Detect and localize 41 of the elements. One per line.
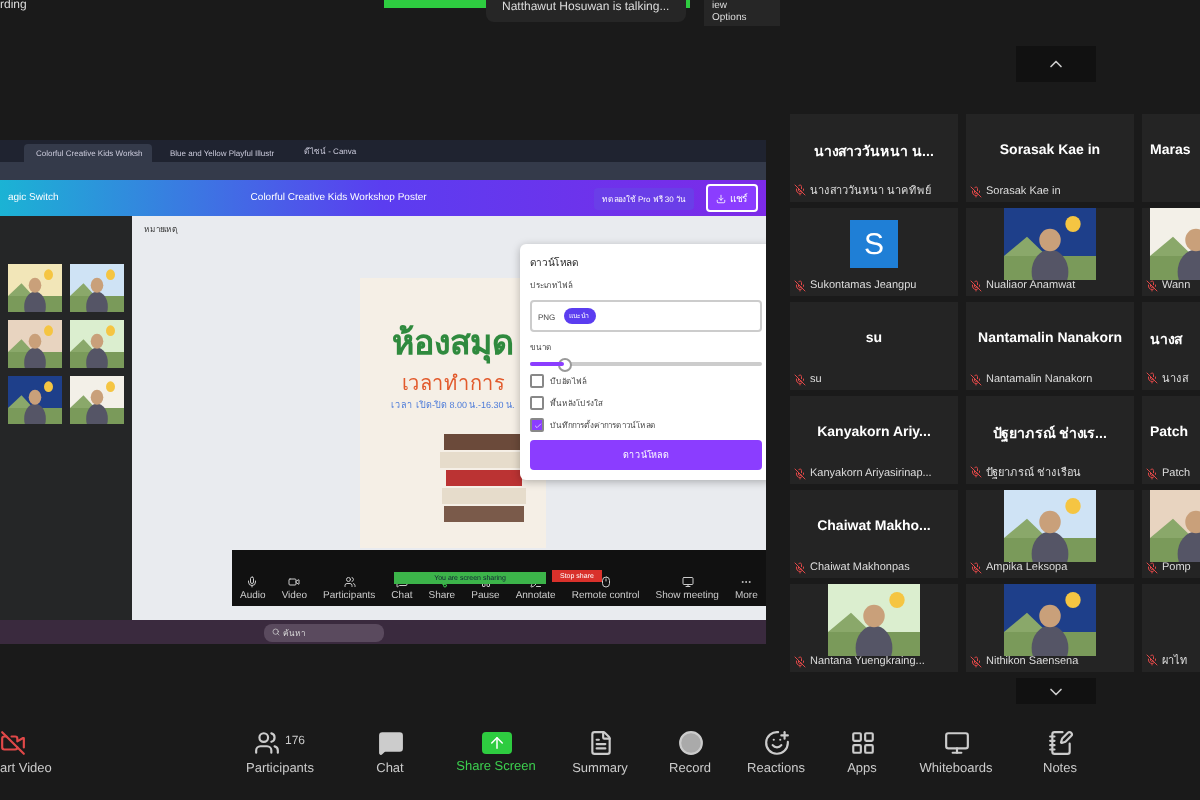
muted-icon [1146,372,1158,384]
muted-icon [794,374,806,386]
notes-icon [1047,729,1073,755]
slider-thumb[interactable] [558,357,573,371]
people-icon [254,729,281,755]
microphone-icon [246,576,259,588]
whiteboard-icon [943,729,969,755]
camera-icon [288,576,301,588]
emoji-icon [763,729,789,755]
checkbox[interactable] [530,374,544,388]
video-off-icon [0,729,26,755]
search-icon [271,628,279,636]
muted-icon [970,656,982,668]
muted-icon [794,468,806,480]
checkbox[interactable] [530,418,544,432]
chat-icon [377,729,403,755]
muted-icon [970,562,982,574]
share-screen-icon [487,733,505,751]
poster-title: ห้องสมุด [392,322,514,368]
muted-icon [794,656,806,668]
muted-icon [1146,280,1158,292]
record-icon [677,729,703,755]
muted-icon [794,562,806,574]
monitor-icon [681,576,694,588]
muted-icon [1146,654,1158,666]
people-icon [343,576,356,588]
muted-icon [794,184,806,196]
muted-icon [970,280,982,292]
poster-subtitle: เวลาทำการ [402,371,504,398]
document-icon [587,729,613,755]
muted-icon [970,186,982,198]
muted-icon [970,466,982,478]
muted-icon [1146,468,1158,480]
checkbox[interactable] [530,396,544,410]
upload-icon [716,193,726,203]
apps-icon [849,729,875,755]
avatar: S [850,220,898,268]
muted-icon [1146,562,1158,574]
muted-icon [970,374,982,386]
muted-icon [794,280,806,292]
mouse-icon [599,576,612,588]
